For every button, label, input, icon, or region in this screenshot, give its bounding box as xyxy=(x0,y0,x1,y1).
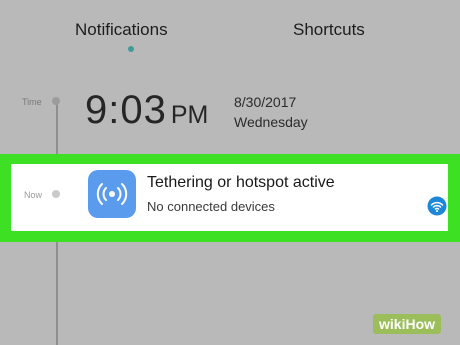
clock-ampm: PM xyxy=(170,101,209,129)
notification-subtitle: No connected devices xyxy=(147,199,275,214)
clock: 9:03 PM xyxy=(85,88,208,133)
tab-notifications[interactable]: Notifications xyxy=(75,20,168,40)
wifi-icon xyxy=(427,196,447,216)
wikihow-watermark: wikiHow xyxy=(373,314,442,334)
timeline-time-dot xyxy=(52,97,60,105)
active-tab-indicator xyxy=(128,46,134,52)
timeline-now-dot xyxy=(52,190,60,198)
notification-title: Tethering or hotspot active xyxy=(147,174,335,191)
date-block: 8/30/2017 Wednesday xyxy=(234,92,308,132)
date-text: 8/30/2017 xyxy=(234,94,297,110)
timeline-time-label: Time xyxy=(22,97,42,107)
timeline-now-label: Now xyxy=(24,190,43,200)
clock-time: 9:03 xyxy=(85,88,167,132)
weekday-text: Wednesday xyxy=(234,114,308,130)
hotspot-icon xyxy=(88,170,136,218)
tab-shortcuts[interactable]: Shortcuts xyxy=(293,20,365,40)
